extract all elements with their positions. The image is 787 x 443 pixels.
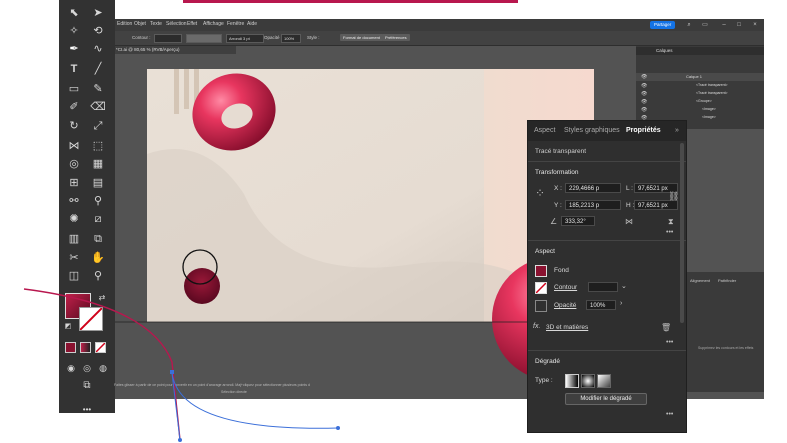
- bezier-overlay: [23, 288, 340, 442]
- anchor-point[interactable]: [170, 370, 174, 374]
- bezier-handle-curve: [171, 372, 339, 429]
- handle-point[interactable]: [178, 438, 182, 442]
- handle-line: [171, 372, 181, 441]
- bezier-path: [23, 288, 181, 441]
- handle-point[interactable]: [336, 426, 340, 430]
